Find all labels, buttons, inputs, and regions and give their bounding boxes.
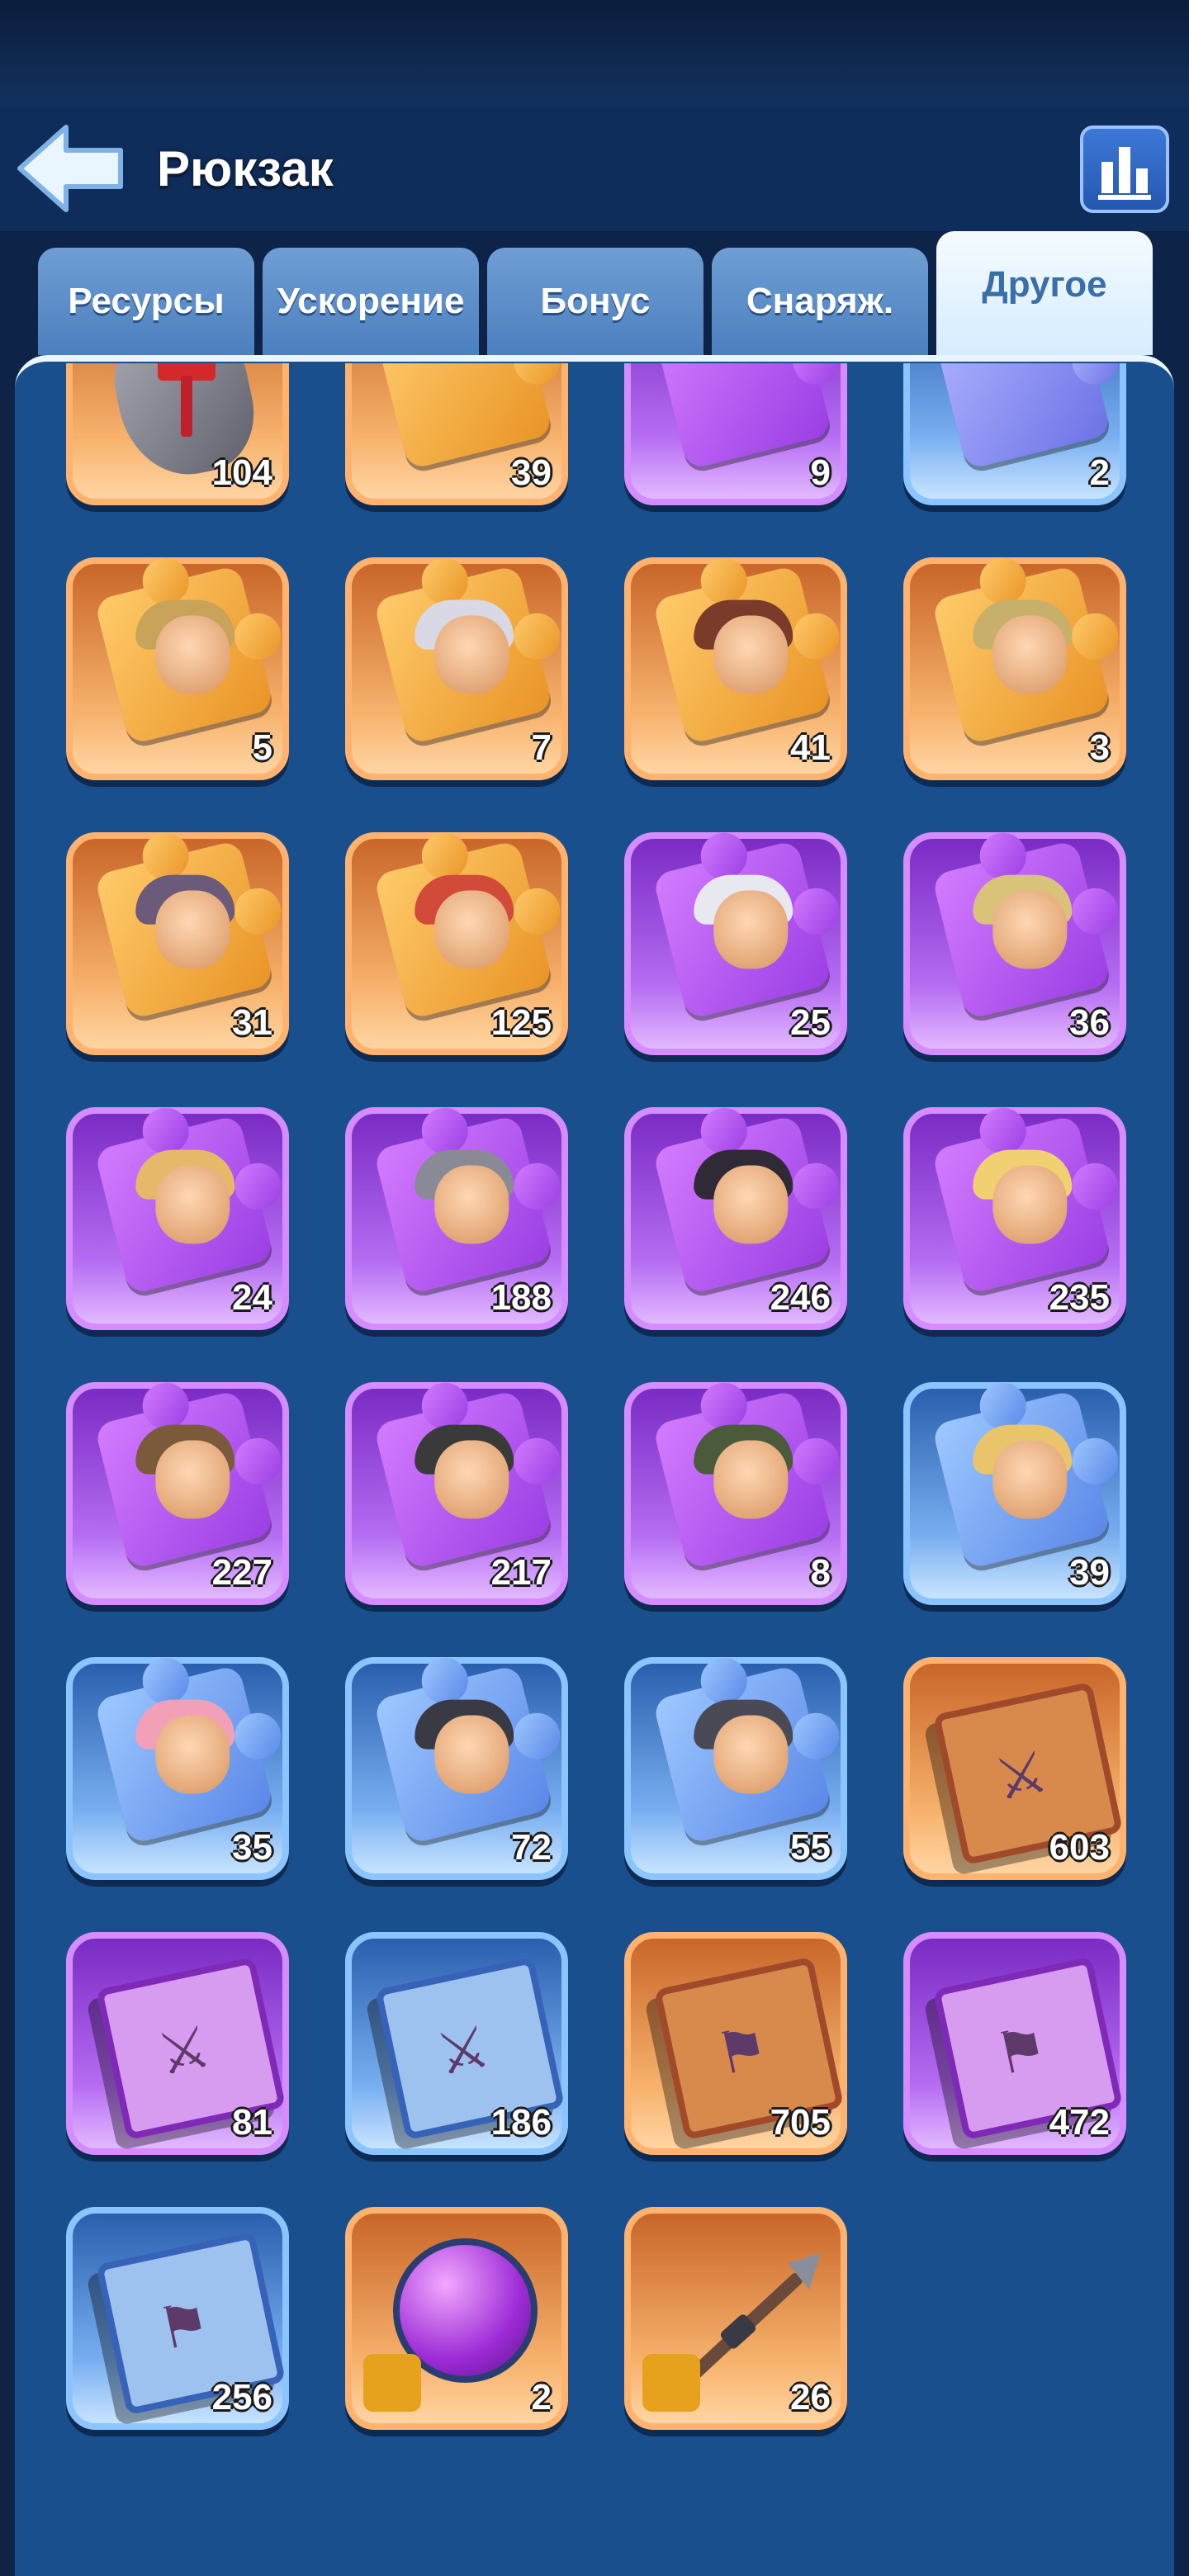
item-count: 256 xyxy=(211,2377,272,2417)
bar-chart-icon xyxy=(1098,147,1151,200)
item-count: 35 xyxy=(232,1827,272,1868)
item-count: 186 xyxy=(490,2102,552,2143)
item-count: 125 xyxy=(490,1002,552,1043)
item-count: 104 xyxy=(211,452,272,493)
inventory-item[interactable]: 235 xyxy=(903,1107,1126,1330)
inventory-item[interactable]: 125 xyxy=(345,832,568,1055)
status-bar-area xyxy=(0,0,1189,107)
purple-puzzle-piece-icon xyxy=(631,363,841,499)
inventory-item[interactable]: 39 xyxy=(903,1382,1126,1605)
inventory-item[interactable]: 26 xyxy=(624,2207,847,2430)
back-button[interactable] xyxy=(15,122,130,215)
inventory-item[interactable]: 9 xyxy=(624,363,847,505)
item-count: 472 xyxy=(1049,2102,1110,2143)
inventory-item[interactable]: ⚔ 186 xyxy=(345,1932,568,2155)
inventory-item[interactable]: 25 xyxy=(624,832,847,1055)
inventory-item[interactable]: 2 xyxy=(345,2207,568,2430)
tab-speedups[interactable]: Ускорение xyxy=(263,248,479,355)
page-title: Рюкзак xyxy=(157,141,334,197)
inventory-item[interactable]: 104 xyxy=(66,363,289,505)
inventory-item[interactable]: 188 xyxy=(345,1107,568,1330)
hero-fragment-icon xyxy=(910,564,1120,774)
inventory-item[interactable]: 2 xyxy=(903,363,1126,505)
tab-resources[interactable]: Ресурсы xyxy=(38,248,254,355)
inventory-item[interactable]: ⚑ 472 xyxy=(903,1932,1126,2155)
item-count: 25 xyxy=(790,1002,831,1043)
inventory-item[interactable]: 24 xyxy=(66,1107,289,1330)
item-count: 5 xyxy=(252,727,272,768)
inventory-item[interactable]: 72 xyxy=(345,1657,568,1880)
item-count: 3 xyxy=(1089,727,1110,768)
item-count: 31 xyxy=(232,1002,272,1043)
item-count: 9 xyxy=(810,452,831,493)
blue-puzzle-piece-icon xyxy=(910,363,1120,499)
item-count: 235 xyxy=(1049,1277,1110,1318)
tab-bonus[interactable]: Бонус xyxy=(487,248,703,355)
inventory-item[interactable]: 217 xyxy=(345,1382,568,1605)
inventory-item[interactable]: ⚑ 705 xyxy=(624,1932,847,2155)
item-count: 217 xyxy=(490,1552,552,1593)
category-tabs: Ресурсы Ускорение Бонус Снаряж. Другое xyxy=(0,231,1189,363)
inventory-item[interactable]: 35 xyxy=(66,1657,289,1880)
stats-button[interactable] xyxy=(1080,125,1169,213)
item-count: 7 xyxy=(531,727,552,768)
inventory-item[interactable]: ⚔ 81 xyxy=(66,1932,289,2155)
item-count: 36 xyxy=(1069,1002,1110,1043)
back-arrow-icon xyxy=(17,125,123,212)
inventory-item[interactable]: 8 xyxy=(624,1382,847,1605)
tab-other[interactable]: Другое xyxy=(936,231,1153,355)
hero-fragment-icon xyxy=(352,564,561,774)
item-count: 603 xyxy=(1049,1827,1110,1868)
item-count: 8 xyxy=(810,1552,831,1593)
item-count: 39 xyxy=(1069,1552,1110,1593)
gear-orb-fragment-icon xyxy=(352,2214,561,2423)
item-count: 41 xyxy=(790,727,831,768)
item-count: 26 xyxy=(790,2377,831,2417)
inventory-item[interactable]: 31 xyxy=(66,832,289,1055)
item-count: 2 xyxy=(1089,452,1110,493)
item-count: 705 xyxy=(770,2102,831,2143)
item-count: 246 xyxy=(770,1277,831,1318)
inventory-item[interactable]: 7 xyxy=(345,557,568,780)
hero-fragment-icon xyxy=(631,1389,841,1598)
item-count: 188 xyxy=(490,1277,552,1318)
item-count: 55 xyxy=(790,1827,831,1868)
item-count: 2 xyxy=(531,2377,552,2417)
item-count: 81 xyxy=(232,2102,272,2143)
inventory-item[interactable]: 246 xyxy=(624,1107,847,1330)
hero-fragment-icon xyxy=(73,564,282,774)
inventory-item[interactable]: 55 xyxy=(624,1657,847,1880)
inventory-item[interactable]: 41 xyxy=(624,557,847,780)
inventory-item[interactable]: 39 xyxy=(345,363,568,505)
tab-equipment[interactable]: Снаряж. xyxy=(712,248,928,355)
item-count: 39 xyxy=(511,452,552,493)
inventory-item[interactable]: 3 xyxy=(903,557,1126,780)
inventory-item[interactable]: ⚑ 256 xyxy=(66,2207,289,2430)
inventory-item[interactable]: ⚔ 603 xyxy=(903,1657,1126,1880)
inventory-item[interactable]: 227 xyxy=(66,1382,289,1605)
inventory-grid: 104 39 9 2 5 7 41 3 31 125 25 36 24 188 246 235 227 217 8 3… xyxy=(66,363,1139,2477)
item-count: 24 xyxy=(232,1277,272,1318)
item-count: 227 xyxy=(211,1552,272,1593)
inventory-item[interactable]: 36 xyxy=(903,832,1126,1055)
item-count: 72 xyxy=(511,1827,552,1868)
inventory-item[interactable]: 5 xyxy=(66,557,289,780)
